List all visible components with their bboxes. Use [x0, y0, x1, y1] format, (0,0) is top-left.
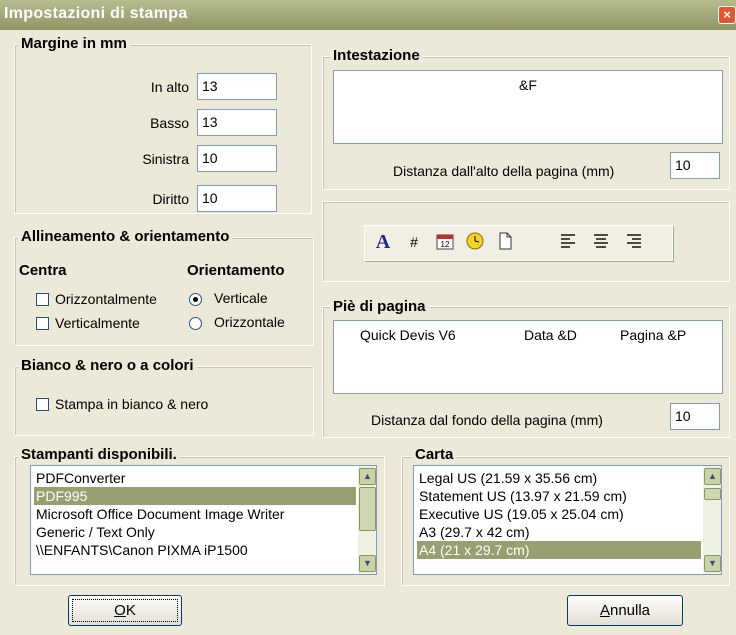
- scroll-up-icon[interactable]: ▲: [359, 468, 376, 485]
- margin-left-label: Sinistra: [142, 151, 189, 167]
- time-icon[interactable]: [464, 231, 486, 253]
- printer-item[interactable]: Generic / Text Only: [34, 523, 356, 541]
- print-settings-dialog: Impostazioni di stampa × Margine in mm I…: [0, 0, 736, 635]
- orientation-heading: Orientamento: [187, 262, 285, 279]
- paper-item[interactable]: Legal US (21.59 x 35.56 cm): [417, 469, 701, 487]
- margin-top-label: In alto: [150, 79, 189, 95]
- portrait-radio[interactable]: [189, 293, 202, 306]
- header-text-field[interactable]: &F: [333, 70, 723, 144]
- footer-distance-label: Distanza dal fondo della pagina (mm): [371, 412, 603, 428]
- svg-text:12: 12: [441, 240, 450, 249]
- printers-scrollbar[interactable]: ▲ ▼: [358, 466, 376, 574]
- radio-selected-dot: [193, 297, 198, 302]
- footer-group-label: Piè di pagina: [330, 298, 429, 316]
- paper-scrollbar[interactable]: ▲ ▼: [703, 466, 721, 574]
- ok-button[interactable]: OK: [68, 595, 182, 626]
- scroll-thumb[interactable]: [704, 488, 721, 500]
- center-vertical-label: Verticalmente: [55, 315, 140, 331]
- format-toolbar: A # 12: [364, 225, 673, 261]
- printers-list[interactable]: PDFConverter PDF995 Microsoft Office Doc…: [30, 465, 377, 575]
- header-distance-input[interactable]: 10: [670, 152, 720, 179]
- paper-list[interactable]: Legal US (21.59 x 35.56 cm) Statement US…: [413, 465, 722, 575]
- margin-bottom-input[interactable]: 13: [197, 109, 277, 136]
- footer-distance-input[interactable]: 10: [670, 403, 720, 430]
- scroll-thumb[interactable]: [359, 487, 376, 531]
- header-distance-label: Distanza dall'alto della pagina (mm): [393, 163, 615, 179]
- color-mode-group-label: Bianco & nero o a colori: [18, 357, 197, 375]
- close-icon[interactable]: ×: [718, 6, 736, 24]
- paper-item[interactable]: Statement US (13.97 x 21.59 cm): [417, 487, 701, 505]
- align-center-icon[interactable]: [590, 231, 612, 253]
- printers-group-label: Stampanti disponibili.: [18, 446, 180, 464]
- center-heading: Centra: [19, 262, 67, 279]
- date-icon[interactable]: 12: [434, 231, 456, 253]
- black-white-checkbox[interactable]: [36, 398, 49, 411]
- title-bar[interactable]: Impostazioni di stampa ×: [0, 0, 736, 30]
- window-title: Impostazioni di stampa: [4, 5, 188, 22]
- footer-left-text: Quick Devis V6: [360, 327, 456, 343]
- margin-left-input[interactable]: 10: [197, 145, 277, 172]
- center-horizontal-label: Orizzontalmente: [55, 291, 157, 307]
- paper-item[interactable]: Executive US (19.05 x 25.04 cm): [417, 505, 701, 523]
- scroll-down-icon[interactable]: ▼: [704, 555, 721, 572]
- paper-group-label: Carta: [412, 446, 457, 464]
- cancel-button[interactable]: Annulla: [567, 595, 683, 626]
- alignment-group-label: Allineamento & orientamento: [18, 228, 233, 246]
- header-group-label: Intestazione: [330, 47, 423, 65]
- center-horizontal-checkbox[interactable]: [36, 293, 49, 306]
- black-white-label: Stampa in bianco & nero: [55, 396, 209, 412]
- header-text: &F: [519, 77, 537, 93]
- margin-right-input[interactable]: 10: [197, 185, 277, 212]
- cancel-mnemonic: A: [599, 602, 610, 619]
- margin-top-input[interactable]: 13: [197, 73, 277, 100]
- portrait-label: Verticale: [214, 290, 268, 306]
- cancel-label-rest: nnulla: [609, 602, 651, 619]
- margins-group-label: Margine in mm: [18, 35, 130, 53]
- font-icon[interactable]: A: [372, 231, 394, 253]
- scroll-down-icon[interactable]: ▼: [359, 555, 376, 572]
- footer-text-field[interactable]: Quick Devis V6 Data &D Pagina &P: [333, 320, 723, 394]
- printer-item[interactable]: \\ENFANTS\Canon PIXMA iP1500: [34, 541, 356, 559]
- center-vertical-checkbox[interactable]: [36, 317, 49, 330]
- align-right-icon[interactable]: [623, 231, 645, 253]
- printer-item[interactable]: PDFConverter: [34, 469, 356, 487]
- printer-item[interactable]: Microsoft Office Document Image Writer: [34, 505, 356, 523]
- paper-item[interactable]: A3 (29.7 x 42 cm): [417, 523, 701, 541]
- printer-item-selected[interactable]: PDF995: [34, 487, 356, 505]
- landscape-radio[interactable]: [189, 317, 202, 330]
- footer-center-text: Data &D: [524, 327, 577, 343]
- landscape-label: Orizzontale: [214, 314, 285, 330]
- page-number-icon[interactable]: #: [403, 231, 425, 253]
- scroll-up-icon[interactable]: ▲: [704, 468, 721, 485]
- align-left-icon[interactable]: [557, 231, 579, 253]
- file-icon[interactable]: [494, 231, 516, 253]
- paper-item-selected[interactable]: A4 (21 x 29.7 cm): [417, 541, 701, 559]
- ok-focus-rect: [72, 599, 178, 622]
- margin-right-label: Diritto: [152, 191, 189, 207]
- footer-right-text: Pagina &P: [620, 327, 687, 343]
- margin-bottom-label: Basso: [150, 115, 189, 131]
